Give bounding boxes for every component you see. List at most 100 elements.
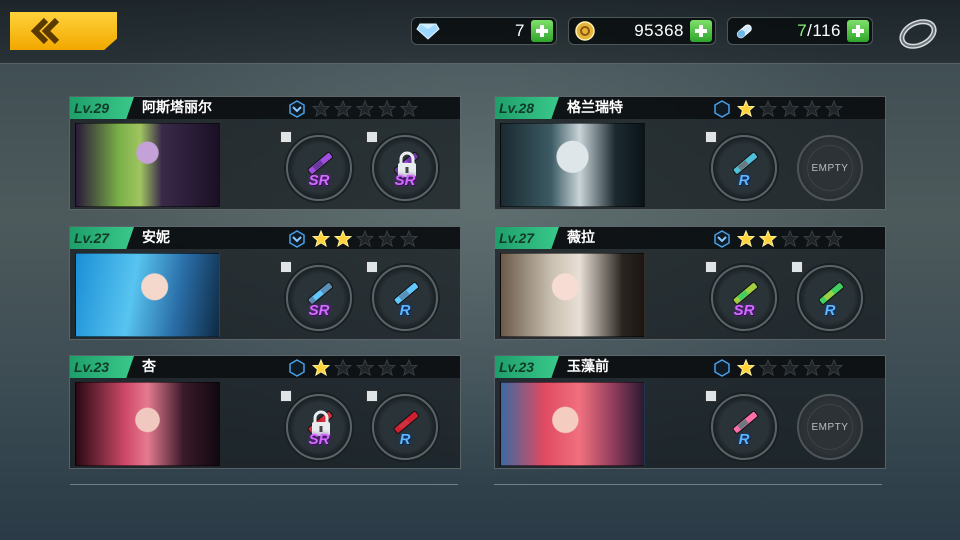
rank-chevron-icon [714,359,730,377]
star-empty-icon [378,230,396,247]
crystal-value: 7 [515,21,525,40]
edit-icon[interactable] [705,390,717,402]
rarity-label: SR [394,172,416,189]
ring-icon [899,19,937,49]
star-empty-icon [356,230,374,247]
edit-icon[interactable] [280,131,292,143]
rarity-label: SR [308,172,330,189]
character-card[interactable]: Lv.27 安妮 SR R [69,226,461,340]
edit-icon[interactable] [366,261,378,273]
equipment-slot-2[interactable]: SR [366,131,438,201]
rarity-label: SR [308,431,330,448]
character-card[interactable]: Lv.28 格兰瑞特 R EMPTY [494,96,886,210]
star-empty-icon [825,230,843,247]
star-empty-icon [400,230,418,247]
character-portrait[interactable] [75,382,220,466]
equipment-slot-1[interactable]: R [705,390,777,460]
equipment-slot-1[interactable]: SR [280,131,352,201]
star-rating [312,100,418,117]
empty-label: EMPTY [811,162,849,174]
star-empty-icon [825,100,843,117]
stamina-capsule-icon [728,17,760,45]
back-arrow-icon [30,18,60,44]
equipment-slot-1[interactable]: SR [280,390,352,460]
star-filled-icon [737,230,755,247]
divider-left [70,484,458,485]
star-empty-icon [781,100,799,117]
character-name: 杏 [142,359,156,375]
star-empty-icon [312,100,330,117]
star-rating [737,100,843,117]
top-bar: 7 95368 7/116 [0,0,960,64]
character-portrait[interactable] [75,253,220,337]
stamina-counter: 7/116 [727,17,873,45]
gold-coin-icon [569,17,601,45]
level-badge: Lv.23 [70,356,134,378]
rarity-label: SR [733,302,755,319]
character-card[interactable]: Lv.27 薇拉 SR R [494,226,886,340]
empty-label: EMPTY [811,421,849,433]
character-portrait[interactable] [500,253,645,337]
star-filled-icon [759,230,777,247]
edit-icon[interactable] [366,131,378,143]
edit-icon[interactable] [280,390,292,402]
edit-icon[interactable] [366,390,378,402]
rarity-label: R [399,431,411,448]
star-empty-icon [378,359,396,376]
character-card[interactable]: Lv.23 玉藻前 R EMPTY [494,355,886,469]
equipment-slot-1[interactable]: R [705,131,777,201]
empty-equipment-slot[interactable]: EMPTY [797,135,863,201]
add-gold-button[interactable] [690,20,712,42]
level-badge: Lv.28 [495,97,559,119]
menu-ring-button[interactable] [896,14,940,52]
rank-chevron-icon [714,230,730,248]
character-name: 安妮 [142,230,170,246]
character-portrait[interactable] [75,123,220,207]
character-card[interactable]: Lv.29 阿斯塔丽尔 SR SR [69,96,461,210]
edit-icon[interactable] [705,261,717,273]
star-empty-icon [803,359,821,376]
star-filled-icon [737,359,755,376]
gold-counter: 95368 [568,17,716,45]
star-empty-icon [781,359,799,376]
rarity-label: SR [308,302,330,319]
stamina-value: 7/116 [797,21,841,40]
rank-chevron-icon [289,100,305,118]
star-empty-icon [825,359,843,376]
star-filled-icon [312,230,330,247]
equipment-slot-1[interactable]: SR [705,261,777,331]
star-rating [312,359,418,376]
equipment-slot-2[interactable]: R [791,261,863,331]
star-empty-icon [400,359,418,376]
crystal-icon [412,17,444,45]
plus-icon [852,25,864,37]
back-button[interactable] [10,12,117,50]
star-empty-icon [334,359,352,376]
rarity-label: R [738,172,750,189]
star-empty-icon [759,359,777,376]
star-rating [737,359,843,376]
star-empty-icon [356,359,374,376]
character-name: 阿斯塔丽尔 [142,100,212,116]
star-empty-icon [759,100,777,117]
empty-equipment-slot[interactable]: EMPTY [797,394,863,460]
edit-icon[interactable] [280,261,292,273]
star-empty-icon [803,230,821,247]
rarity-label: R [738,431,750,448]
add-crystal-button[interactable] [531,20,553,42]
character-portrait[interactable] [500,123,645,207]
add-stamina-button[interactable] [847,20,869,42]
equipment-slot-2[interactable]: R [366,390,438,460]
star-rating [312,230,418,247]
equipment-slot-2[interactable]: R [366,261,438,331]
gold-value: 95368 [634,21,684,40]
character-portrait[interactable] [500,382,645,466]
equipment-slot-1[interactable]: SR [280,261,352,331]
edit-icon[interactable] [791,261,803,273]
level-badge: Lv.23 [495,356,559,378]
star-empty-icon [803,100,821,117]
rank-chevron-icon [714,100,730,118]
edit-icon[interactable] [705,131,717,143]
level-badge: Lv.27 [70,227,134,249]
character-card[interactable]: Lv.23 杏 SR R [69,355,461,469]
